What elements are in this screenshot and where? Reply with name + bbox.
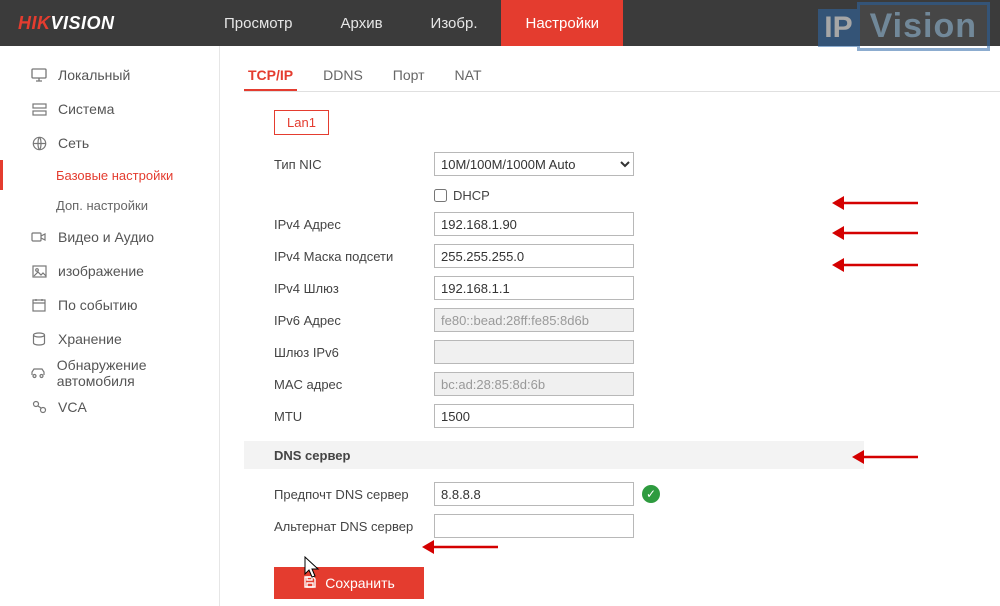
- car-icon: [28, 367, 49, 379]
- sidebar-item-label: изображение: [58, 263, 144, 279]
- logo-prefix: HIK: [18, 13, 51, 34]
- ipv6-gw-input: [434, 340, 634, 364]
- image-icon: [28, 265, 50, 278]
- sidebar-item-storage[interactable]: Хранение: [0, 322, 219, 356]
- sidebar-item-image[interactable]: изображение: [0, 254, 219, 288]
- dns-pref-input[interactable]: [434, 482, 634, 506]
- event-icon: [28, 298, 50, 312]
- ipv6-addr-input: [434, 308, 634, 332]
- topnav-archive[interactable]: Архив: [317, 0, 407, 46]
- row-ipv4-addr: IPv4 Адрес: [274, 209, 1000, 239]
- ipv4-mask-label: IPv4 Маска подсети: [274, 249, 434, 264]
- ipv6-addr-label: IPv6 Адрес: [274, 313, 434, 328]
- main-content: TCP/IP DDNS Порт NAT Lan1 Тип NIC 10M/10…: [220, 46, 1000, 606]
- sidebar-item-vehicle[interactable]: Обнаружение автомобиля: [0, 356, 219, 390]
- subtab-port[interactable]: Порт: [389, 60, 429, 91]
- row-ipv4-gw: IPv4 Шлюз: [274, 273, 1000, 303]
- form: Тип NIC 10M/100M/1000M Auto DHCP IPv4 Ад…: [274, 149, 1000, 431]
- sidebar-item-event[interactable]: По событию: [0, 288, 219, 322]
- ipv4-addr-input[interactable]: [434, 212, 634, 236]
- av-icon: [28, 230, 50, 244]
- topnav: Просмотр Архив Изобр. Настройки: [200, 0, 623, 46]
- sidebar-item-label: Обнаружение автомобиля: [57, 357, 219, 389]
- storage-icon: [28, 332, 50, 346]
- subtab-ddns[interactable]: DDNS: [319, 60, 367, 91]
- dns-form: Предпочт DNS сервер ✓ Альтернат DNS серв…: [274, 479, 1000, 541]
- row-ipv4-mask: IPv4 Маска подсети: [274, 241, 1000, 271]
- dhcp-checkbox[interactable]: [434, 189, 447, 202]
- nic-type-select[interactable]: 10M/100M/1000M Auto: [434, 152, 634, 176]
- row-dns-pref: Предпочт DNS сервер ✓: [274, 479, 1000, 509]
- mtu-input[interactable]: [434, 404, 634, 428]
- ipv4-mask-input[interactable]: [434, 244, 634, 268]
- check-icon: ✓: [642, 485, 660, 503]
- row-nic-type: Тип NIC 10M/100M/1000M Auto: [274, 149, 1000, 179]
- mac-input: [434, 372, 634, 396]
- lan-tab[interactable]: Lan1: [274, 110, 329, 135]
- row-ipv6-gw: Шлюз IPv6: [274, 337, 1000, 367]
- logo: HIKVISION: [0, 0, 200, 46]
- row-mtu: MTU: [274, 401, 1000, 431]
- monitor-icon: [28, 68, 50, 82]
- save-button[interactable]: Сохранить: [274, 567, 424, 599]
- dns-alt-label: Альтернат DNS сервер: [274, 519, 434, 534]
- sidebar-sub-basic[interactable]: Базовые настройки: [0, 160, 219, 190]
- layout: Локальный Система Сеть Базовые настройки…: [0, 46, 1000, 606]
- sidebar-item-label: Система: [58, 101, 114, 117]
- row-ipv6-addr: IPv6 Адрес: [274, 305, 1000, 335]
- vca-icon: [28, 400, 50, 414]
- sidebar: Локальный Система Сеть Базовые настройки…: [0, 46, 220, 606]
- ipv6-gw-label: Шлюз IPv6: [274, 345, 434, 360]
- sidebar-item-av[interactable]: Видео и Аудио: [0, 220, 219, 254]
- topnav-preview[interactable]: Просмотр: [200, 0, 317, 46]
- dns-pref-label: Предпочт DNS сервер: [274, 487, 434, 502]
- row-mac: MAC адрес: [274, 369, 1000, 399]
- topnav-settings[interactable]: Настройки: [501, 0, 623, 46]
- mac-label: MAC адрес: [274, 377, 434, 392]
- ipv4-addr-label: IPv4 Адрес: [274, 217, 434, 232]
- globe-icon: [28, 136, 50, 151]
- dns-alt-input[interactable]: [434, 514, 634, 538]
- sidebar-item-label: Сеть: [58, 135, 89, 151]
- row-dns-alt: Альтернат DNS сервер: [274, 511, 1000, 541]
- row-dhcp: DHCP: [434, 181, 1000, 209]
- topnav-image[interactable]: Изобр.: [407, 0, 502, 46]
- dhcp-label[interactable]: DHCP: [453, 188, 490, 203]
- dns-section-header: DNS сервер: [244, 441, 864, 469]
- save-label: Сохранить: [325, 575, 395, 591]
- system-icon: [28, 103, 50, 116]
- sidebar-item-label: Хранение: [58, 331, 122, 347]
- ipv4-gw-input[interactable]: [434, 276, 634, 300]
- sidebar-item-local[interactable]: Локальный: [0, 58, 219, 92]
- ipv4-gw-label: IPv4 Шлюз: [274, 281, 434, 296]
- sidebar-item-network[interactable]: Сеть: [0, 126, 219, 160]
- sidebar-item-label: VCA: [58, 399, 87, 415]
- mtu-label: MTU: [274, 409, 434, 424]
- nic-type-label: Тип NIC: [274, 157, 434, 172]
- sidebar-item-vca[interactable]: VCA: [0, 390, 219, 424]
- subtab-tcpip[interactable]: TCP/IP: [244, 60, 297, 91]
- sidebar-item-system[interactable]: Система: [0, 92, 219, 126]
- sidebar-item-label: Локальный: [58, 67, 130, 83]
- subtab-nat[interactable]: NAT: [451, 60, 486, 91]
- sidebar-item-label: Видео и Аудио: [58, 229, 154, 245]
- save-icon: [303, 575, 317, 592]
- subtabs: TCP/IP DDNS Порт NAT: [244, 60, 1000, 92]
- sidebar-sub-advanced[interactable]: Доп. настройки: [0, 190, 219, 220]
- logo-suffix: VISION: [51, 13, 115, 34]
- sidebar-item-label: По событию: [58, 297, 138, 313]
- topbar: HIKVISION Просмотр Архив Изобр. Настройк…: [0, 0, 1000, 46]
